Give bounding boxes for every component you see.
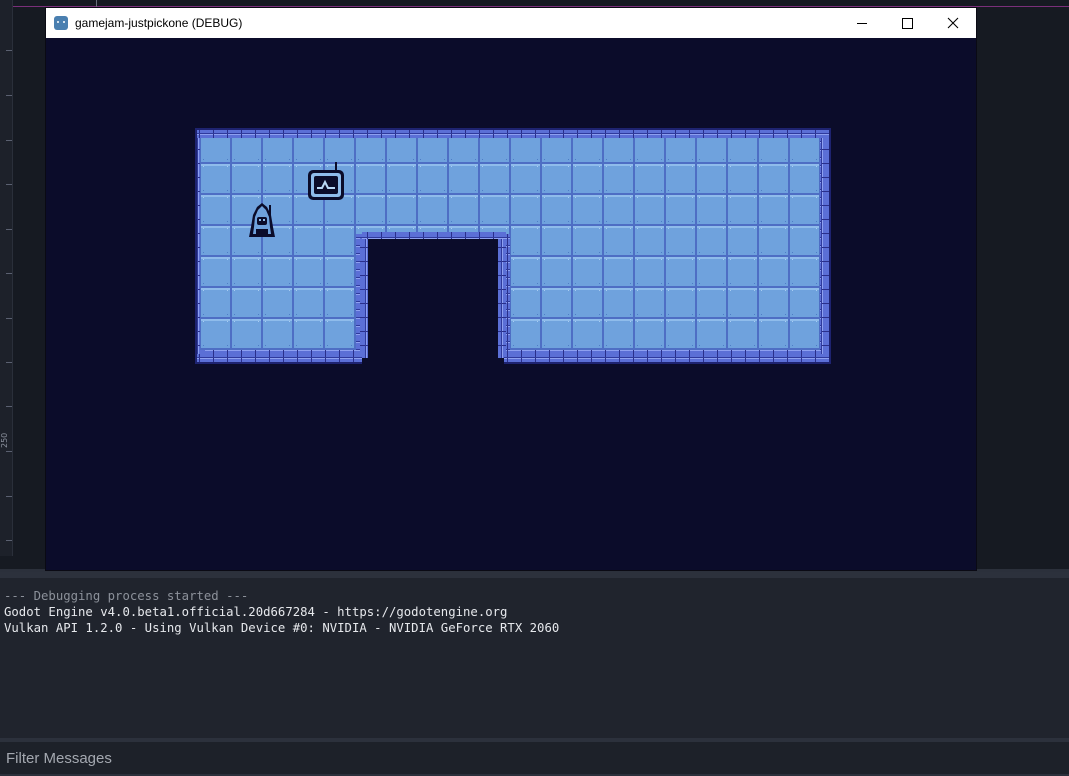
- ruler-tick: [6, 273, 12, 274]
- minimize-button[interactable]: [839, 8, 885, 38]
- top-wall: [197, 130, 829, 138]
- ruler-tick: [6, 362, 12, 363]
- ruler-tick: [6, 140, 12, 141]
- log-line: Godot Engine v4.0.beta1.official.20d6672…: [4, 605, 508, 619]
- filter-messages-input[interactable]: [0, 745, 1069, 771]
- right-wall: [821, 138, 829, 356]
- ruler-tick: [6, 540, 12, 541]
- ruler-tick: [6, 318, 12, 319]
- close-button[interactable]: [930, 8, 976, 38]
- game-viewport[interactable]: [46, 38, 976, 570]
- ruler-tick: [6, 184, 12, 185]
- game-window[interactable]: gamejam-justpickone (DEBUG): [46, 8, 976, 570]
- filter-bar: [0, 738, 1069, 776]
- ruler-tick: [6, 451, 12, 452]
- vertical-ruler[interactable]: 250: [0, 0, 13, 572]
- pit-right-wall: [498, 238, 506, 358]
- top-ruler-tick: [96, 0, 97, 8]
- log-line: Vulkan API 1.2.0 - Using Vulkan Device #…: [4, 621, 560, 635]
- window-title: gamejam-justpickone (DEBUG): [75, 16, 243, 30]
- bottom-wall-left: [197, 354, 362, 362]
- ruler-tick: [6, 406, 12, 407]
- pit-top-edge: [362, 232, 506, 239]
- maximize-icon: [901, 17, 913, 29]
- window-titlebar[interactable]: gamejam-justpickone (DEBUG): [46, 8, 976, 38]
- ruler-tick: [6, 95, 12, 96]
- maximize-button[interactable]: [884, 8, 930, 38]
- log-line: --- Debugging process started ---: [4, 589, 249, 603]
- ruler-tick: [6, 229, 12, 230]
- ruler-tick: [6, 496, 12, 497]
- bottom-wall-right: [504, 354, 829, 362]
- viewport-top-guide: [12, 6, 1069, 7]
- room-floor: [200, 132, 820, 350]
- ruler-tick: [6, 50, 12, 51]
- game-scene: [195, 128, 831, 364]
- godot-icon: [54, 16, 68, 30]
- ruler-label: 250: [0, 432, 9, 448]
- floor-pit: [368, 239, 498, 363]
- minimize-icon: [857, 22, 867, 24]
- output-panel[interactable]: --- Debugging process started --- Godot …: [0, 572, 1069, 738]
- close-icon: [947, 17, 959, 29]
- pit-left-wall: [360, 238, 368, 358]
